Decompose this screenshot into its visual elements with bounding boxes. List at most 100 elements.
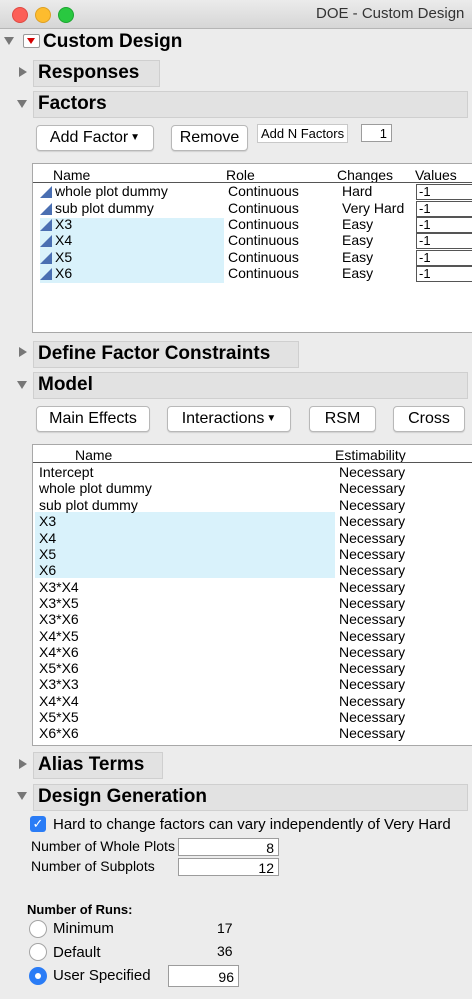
term-estimability[interactable]: Necessary	[339, 562, 405, 578]
model-term-row[interactable]: X5*X6 Necessary	[33, 660, 472, 676]
factor-row[interactable]: X5 Continuous Easy -1	[33, 249, 472, 266]
model-term-row[interactable]: X4*X5 Necessary	[33, 628, 472, 644]
model-term-row[interactable]: X5*X5 Necessary	[33, 709, 472, 725]
term-name: X3*X6	[39, 611, 79, 627]
factor-changes[interactable]: Easy	[342, 232, 373, 248]
model-term-row[interactable]: X3*X5 Necessary	[33, 595, 472, 611]
factor-changes[interactable]: Easy	[342, 249, 373, 265]
term-estimability[interactable]: Necessary	[339, 611, 405, 627]
factor-changes[interactable]: Very Hard	[342, 200, 404, 216]
model-term-row[interactable]: X4*X4 Necessary	[33, 693, 472, 709]
factor-row[interactable]: sub plot dummy Continuous Very Hard -1	[33, 200, 472, 217]
section-alias-terms[interactable]: Alias Terms	[33, 752, 163, 779]
factor-changes[interactable]: Hard	[342, 183, 372, 199]
disclosure-right-icon[interactable]	[19, 347, 27, 357]
runs-minimum-radio[interactable]	[29, 920, 47, 938]
term-estimability[interactable]: Necessary	[339, 497, 405, 513]
factor-value-input[interactable]: -1	[416, 184, 472, 200]
term-estimability[interactable]: Necessary	[339, 725, 405, 741]
term-name: X4*X5	[39, 628, 79, 644]
runs-user-specified-input[interactable]: 96	[168, 965, 239, 987]
model-term-row[interactable]: X4 Necessary	[33, 530, 472, 546]
add-n-factors-input[interactable]: 1	[361, 124, 392, 142]
factor-name[interactable]: sub plot dummy	[55, 200, 154, 216]
term-estimability[interactable]: Necessary	[339, 480, 405, 496]
factor-name[interactable]: X4	[55, 232, 72, 248]
factor-row[interactable]: X6 Continuous Easy -1	[33, 265, 472, 282]
factor-value-input[interactable]: -1	[416, 266, 472, 282]
section-factor-constraints[interactable]: Define Factor Constraints	[33, 341, 299, 368]
whole-plots-input[interactable]: 8	[178, 838, 279, 856]
factor-value-input[interactable]: -1	[416, 233, 472, 249]
term-estimability[interactable]: Necessary	[339, 595, 405, 611]
term-estimability[interactable]: Necessary	[339, 660, 405, 676]
factor-role: Continuous	[228, 249, 299, 265]
section-responses[interactable]: Responses	[33, 60, 160, 87]
model-term-row[interactable]: X3*X4 Necessary	[33, 579, 472, 595]
disclosure-down-icon[interactable]	[17, 792, 27, 800]
disclosure-right-icon[interactable]	[19, 67, 27, 77]
term-name: X3*X3	[39, 676, 79, 692]
interactions-button[interactable]: Interactions ▼	[167, 406, 291, 432]
factor-name[interactable]: whole plot dummy	[55, 183, 168, 199]
factor-name[interactable]: X3	[55, 216, 72, 232]
term-estimability[interactable]: Necessary	[339, 709, 405, 725]
add-factor-button[interactable]: Add Factor ▼	[36, 125, 154, 151]
section-factors[interactable]: Factors	[33, 91, 468, 118]
section-design-generation[interactable]: Design Generation	[33, 784, 468, 811]
model-term-row[interactable]: sub plot dummy Necessary	[33, 497, 472, 513]
disclosure-down-icon[interactable]	[4, 37, 14, 45]
cross-button[interactable]: Cross	[393, 406, 465, 432]
term-estimability[interactable]: Necessary	[339, 693, 405, 709]
runs-user-specified-radio[interactable]	[29, 967, 47, 985]
term-estimability[interactable]: Necessary	[339, 513, 405, 529]
term-estimability[interactable]: Necessary	[339, 628, 405, 644]
model-term-row[interactable]: X6*X6 Necessary	[33, 725, 472, 741]
factor-row[interactable]: whole plot dummy Continuous Hard -1	[33, 183, 472, 200]
factor-value-input[interactable]: -1	[416, 217, 472, 233]
term-estimability[interactable]: Necessary	[339, 530, 405, 546]
main-effects-button[interactable]: Main Effects	[36, 406, 150, 432]
term-estimability[interactable]: Necessary	[339, 579, 405, 595]
model-term-row[interactable]: whole plot dummy Necessary	[33, 480, 472, 496]
remove-factor-button[interactable]: Remove	[171, 125, 248, 151]
subplots-input[interactable]: 12	[178, 858, 279, 876]
model-term-row[interactable]: X4*X6 Necessary	[33, 644, 472, 660]
runs-default-radio[interactable]	[29, 943, 47, 961]
close-window-button[interactable]	[12, 7, 28, 23]
term-estimability[interactable]: Necessary	[339, 464, 405, 480]
dropdown-arrow-icon: ▼	[266, 413, 277, 424]
factor-value-input[interactable]: -1	[416, 201, 472, 217]
disclosure-down-icon[interactable]	[17, 381, 27, 389]
minimize-window-button[interactable]	[35, 7, 51, 23]
model-term-row[interactable]: Intercept Necessary	[33, 464, 472, 480]
factor-row[interactable]: X4 Continuous Easy -1	[33, 232, 472, 249]
model-term-row[interactable]: X5 Necessary	[33, 546, 472, 562]
term-estimability[interactable]: Necessary	[339, 644, 405, 660]
factor-value-input[interactable]: -1	[416, 250, 472, 266]
factor-role: Continuous	[228, 216, 299, 232]
term-estimability[interactable]: Necessary	[339, 676, 405, 692]
rsm-button[interactable]: RSM	[309, 406, 376, 432]
disclosure-down-icon[interactable]	[17, 100, 27, 108]
factor-changes[interactable]: Easy	[342, 216, 373, 232]
model-term-row[interactable]: X3 Necessary	[33, 513, 472, 529]
col-header-changes: Changes	[337, 167, 394, 183]
term-name: X4*X6	[39, 644, 79, 660]
term-name: Intercept	[39, 464, 94, 480]
model-term-row[interactable]: X3*X6 Necessary	[33, 611, 472, 627]
term-estimability[interactable]: Necessary	[339, 546, 405, 562]
red-triangle-menu-icon[interactable]	[23, 34, 40, 48]
term-name: X3	[39, 513, 57, 529]
factor-row[interactable]: X3 Continuous Easy -1	[33, 216, 472, 233]
factor-name[interactable]: X5	[55, 249, 72, 265]
disclosure-right-icon[interactable]	[19, 759, 27, 769]
hard-to-change-checkbox[interactable]: ✓	[30, 816, 46, 832]
section-model[interactable]: Model	[33, 372, 468, 399]
model-term-row[interactable]: X6 Necessary	[33, 562, 472, 578]
factor-name[interactable]: X6	[55, 265, 72, 281]
zoom-window-button[interactable]	[58, 7, 74, 23]
model-term-row[interactable]: X3*X3 Necessary	[33, 676, 472, 692]
term-name: X6	[39, 562, 57, 578]
factor-changes[interactable]: Easy	[342, 265, 373, 281]
